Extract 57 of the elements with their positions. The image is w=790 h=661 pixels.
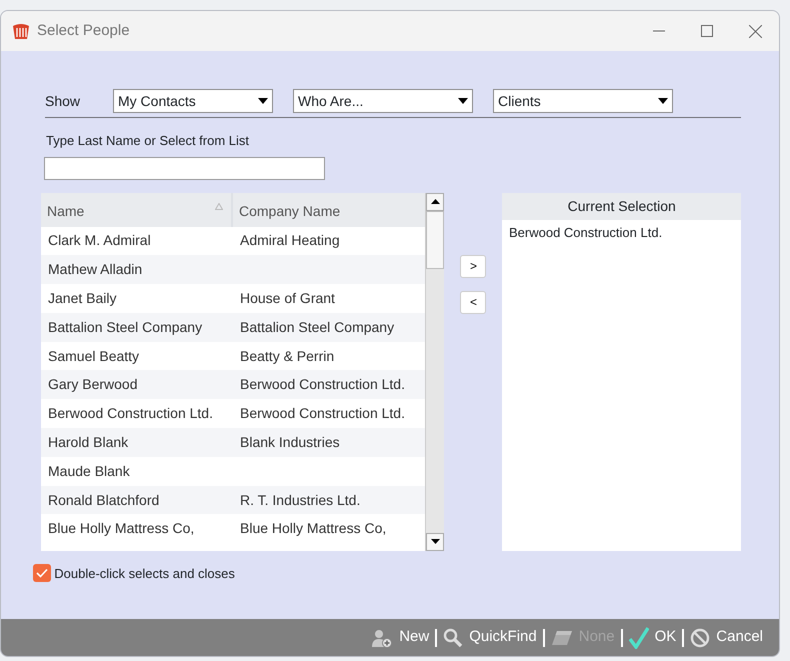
table-cell: Blank Industries	[240, 434, 340, 450]
scroll-up-button[interactable]	[426, 192, 444, 210]
add-button[interactable]: >	[460, 254, 486, 278]
down-arrow-icon	[430, 539, 440, 544]
add-person-icon	[371, 628, 394, 648]
new-button[interactable]: New	[365, 626, 436, 649]
search-label: Type Last Name or Select from List	[46, 132, 250, 150]
table-cell: Blue Holly Mattress Co,	[48, 520, 194, 536]
ok-button[interactable]: OK	[622, 626, 682, 649]
window-title: Select People	[37, 20, 130, 41]
scrollbar[interactable]	[425, 192, 444, 550]
table-cell: Samuel Beatty	[48, 348, 140, 364]
column-header[interactable]: Company Name	[233, 192, 425, 226]
maximize-icon	[701, 24, 713, 36]
dropdown-caret-icon	[258, 98, 268, 104]
table-cell: Battalion Steel Company	[240, 318, 394, 335]
table-cell: Beatty & Perrin	[240, 348, 334, 364]
table-cell: Janet Baily	[48, 290, 116, 306]
eraser-icon	[550, 628, 573, 646]
filter-dropdown[interactable]: My Contacts	[113, 89, 273, 113]
dropdown-caret-icon	[458, 98, 468, 104]
app-logo-icon	[11, 21, 31, 41]
checkbox[interactable]	[33, 564, 51, 582]
table-cell: Berwood Construction Ltd.	[48, 405, 213, 422]
dropdown-caret-icon	[658, 98, 668, 104]
table-cell: House of Grant	[240, 290, 335, 306]
up-arrow-icon	[430, 199, 440, 204]
search-field[interactable]	[44, 156, 326, 180]
table-cell: Mathew Alladin	[48, 261, 142, 278]
close-icon	[748, 24, 762, 38]
table-cell: R. T. Industries Ltd.	[240, 492, 360, 508]
scroll-down-button[interactable]	[426, 532, 444, 550]
checkmark-icon	[36, 568, 48, 578]
checkbox-label: Double-click selects and closes	[54, 564, 235, 582]
quickfind-button[interactable]: QuickFind	[437, 626, 543, 649]
filter-dropdown[interactable]: Who Are...	[293, 89, 473, 113]
filter-label: Show	[45, 92, 82, 110]
selection-header: Current Selection	[502, 192, 741, 220]
table-cell: Berwood Construction Ltd.	[240, 405, 405, 422]
table-cell: Berwood Construction Ltd.	[240, 376, 405, 392]
table-cell: Blue Holly Mattress Co,	[240, 520, 386, 536]
table-cell: Ronald Blatchford	[48, 492, 160, 508]
selection-item[interactable]: Berwood Construction Ltd.	[502, 220, 741, 242]
table-cell: Battalion Steel Company	[48, 318, 202, 335]
table-cell: Harold Blank	[48, 434, 128, 450]
filter-dropdown[interactable]: Clients	[493, 89, 673, 113]
scroll-thumb[interactable]	[426, 210, 444, 268]
table-cell: Clark M. Admiral	[48, 232, 151, 248]
column-header[interactable]: Name	[41, 192, 233, 226]
cancel-icon	[690, 628, 710, 648]
table-cell: Admiral Heating	[240, 232, 340, 248]
table-cell: Gary Berwood	[48, 376, 138, 392]
search-icon	[443, 628, 464, 648]
checkmark-icon	[628, 626, 649, 648]
table-cell: Maude Blank	[48, 462, 130, 479]
cancel-button[interactable]: Cancel	[684, 626, 769, 649]
remove-button[interactable]: <	[460, 290, 486, 314]
